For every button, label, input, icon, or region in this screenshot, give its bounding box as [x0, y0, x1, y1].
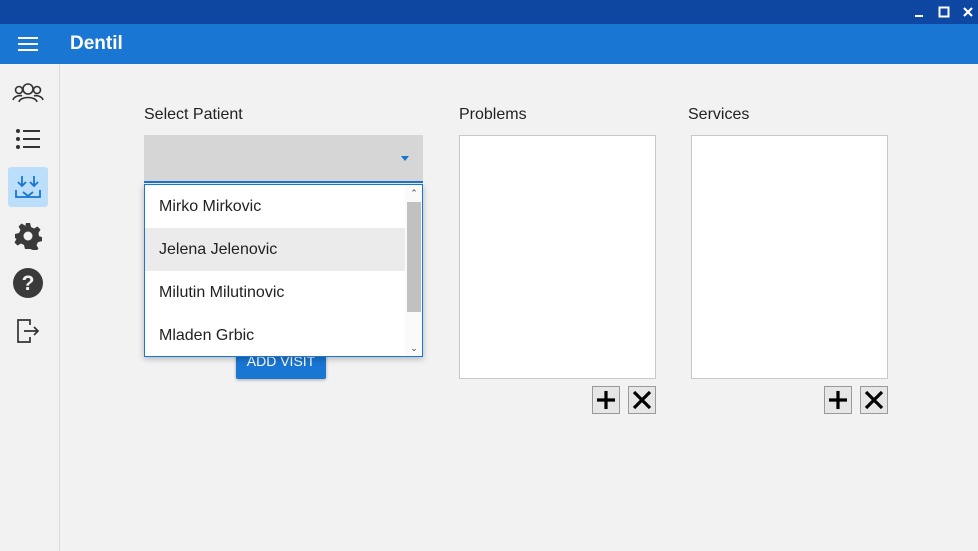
logout-icon[interactable]	[8, 311, 48, 351]
plus-icon	[829, 391, 847, 409]
maximize-icon[interactable]	[935, 3, 953, 21]
minimize-icon[interactable]	[910, 3, 928, 21]
add-service-button[interactable]	[824, 386, 852, 414]
select-patient-label: Select Patient	[144, 106, 243, 123]
sidebar: ?	[0, 64, 60, 551]
patient-option[interactable]: Milutin Milutinovic	[145, 271, 406, 314]
x-icon	[632, 390, 652, 410]
services-label: Services	[688, 106, 750, 123]
app-bar: Dentil	[0, 24, 978, 64]
chevron-down-icon	[401, 156, 409, 161]
patient-dropdown: Mirko Mirkovic Jelena Jelenovic Milutin …	[144, 184, 423, 357]
x-icon	[864, 390, 884, 410]
app-title: Dentil	[70, 33, 123, 54]
svg-text:?: ?	[22, 272, 35, 295]
patient-select[interactable]	[144, 135, 423, 183]
scroll-down-icon[interactable]: ⌄	[408, 342, 420, 354]
services-list[interactable]	[691, 135, 888, 379]
plus-icon	[597, 391, 615, 409]
patient-option[interactable]: Jelena Jelenovic	[145, 228, 406, 271]
list-icon[interactable]	[8, 119, 48, 159]
gear-icon[interactable]	[8, 216, 48, 256]
scroll-thumb[interactable]	[407, 202, 421, 312]
remove-service-button[interactable]	[860, 386, 888, 414]
scroll-up-icon[interactable]: ⌃	[408, 187, 420, 199]
patient-option[interactable]: Mladen Grbic	[145, 314, 406, 356]
add-problem-button[interactable]	[592, 386, 620, 414]
problems-label: Problems	[459, 106, 527, 123]
dropdown-scrollbar[interactable]: ⌃ ⌄	[405, 185, 422, 356]
close-icon[interactable]	[959, 3, 977, 21]
patient-option[interactable]: Mirko Mirkovic	[145, 185, 406, 228]
menu-icon[interactable]	[18, 37, 38, 52]
window-titlebar	[0, 0, 978, 24]
download-icon[interactable]	[8, 167, 48, 207]
remove-problem-button[interactable]	[628, 386, 656, 414]
patients-icon[interactable]	[8, 73, 48, 113]
help-icon[interactable]: ?	[8, 263, 48, 303]
problems-list[interactable]	[459, 135, 656, 379]
